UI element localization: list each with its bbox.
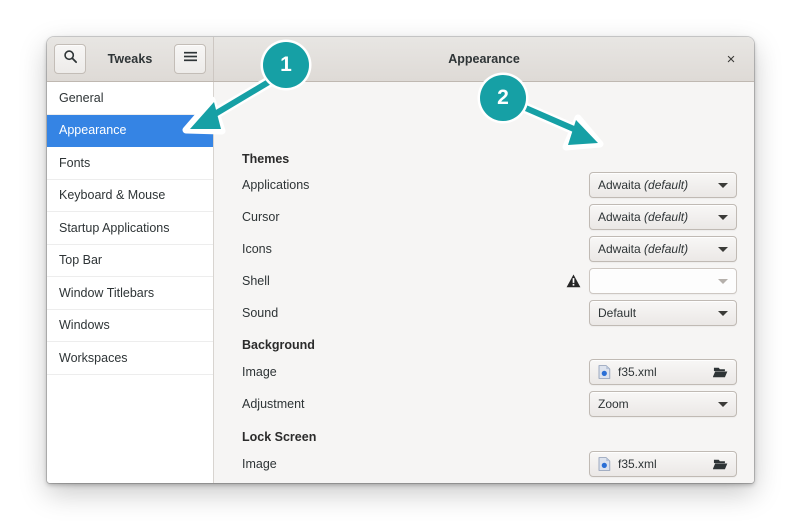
- sidebar-item-appearance[interactable]: Appearance: [47, 115, 213, 148]
- background-adjustment-dropdown[interactable]: Zoom: [589, 391, 737, 417]
- row-background-image: Image f35.xml: [242, 359, 737, 385]
- themes-heading: Themes: [242, 152, 289, 166]
- search-icon: [63, 49, 78, 69]
- sidebar: General Appearance Fonts Keyboard & Mous…: [47, 82, 214, 483]
- background-adjustment-value: Zoom: [598, 397, 712, 411]
- page-title: Appearance: [448, 52, 520, 66]
- applications-theme-dropdown[interactable]: Adwaita (default): [589, 172, 737, 198]
- sidebar-item-label: Top Bar: [59, 253, 102, 267]
- sidebar-item-startup-applications[interactable]: Startup Applications: [47, 212, 213, 245]
- row-label: Applications: [242, 178, 589, 192]
- hamburger-menu-icon: [183, 50, 198, 68]
- row-label: Image: [242, 457, 589, 471]
- icons-theme-dropdown[interactable]: Adwaita (default): [589, 236, 737, 262]
- cursor-theme-dropdown[interactable]: Adwaita (default): [589, 204, 737, 230]
- sidebar-item-fonts[interactable]: Fonts: [47, 147, 213, 180]
- sidebar-item-general[interactable]: General: [47, 82, 213, 115]
- warning-icon: [566, 274, 581, 288]
- background-image-file-button[interactable]: f35.xml: [589, 359, 737, 385]
- sidebar-item-label: Workspaces: [59, 351, 128, 365]
- sidebar-item-window-titlebars[interactable]: Window Titlebars: [47, 277, 213, 310]
- shell-theme-dropdown[interactable]: [589, 268, 737, 294]
- chevron-down-icon: [718, 247, 728, 252]
- sound-theme-dropdown[interactable]: Default: [589, 300, 737, 326]
- chevron-down-icon: [718, 279, 728, 284]
- row-lock-screen-image: Image f35.xml: [242, 451, 737, 477]
- sidebar-item-keyboard-mouse[interactable]: Keyboard & Mouse: [47, 180, 213, 213]
- row-label: Adjustment: [242, 397, 589, 411]
- close-button[interactable]: ×: [721, 49, 741, 69]
- background-heading: Background: [242, 338, 315, 352]
- folder-open-icon: [713, 457, 728, 471]
- sidebar-item-label: Fonts: [59, 156, 90, 170]
- lock-screen-image-file-button[interactable]: f35.xml: [589, 451, 737, 477]
- sound-theme-value: Default: [598, 306, 712, 320]
- sidebar-item-workspaces[interactable]: Workspaces: [47, 342, 213, 375]
- row-applications: Applications Adwaita (default): [242, 172, 737, 198]
- sidebar-item-label: Window Titlebars: [59, 286, 154, 300]
- row-label: Sound: [242, 306, 589, 320]
- sidebar-item-top-bar[interactable]: Top Bar: [47, 245, 213, 278]
- chevron-down-icon: [718, 402, 728, 407]
- header-bar-right: Appearance ×: [214, 37, 754, 81]
- cursor-theme-value: Adwaita (default): [598, 210, 712, 224]
- row-label: Icons: [242, 242, 589, 256]
- chevron-down-icon: [718, 215, 728, 220]
- row-background-adjustment: Adjustment Zoom: [242, 391, 737, 417]
- icons-theme-value: Adwaita (default): [598, 242, 712, 256]
- appearance-panel: Themes Applications Adwaita (default) Cu…: [214, 82, 754, 483]
- menu-button[interactable]: [174, 44, 206, 74]
- row-label: Image: [242, 365, 589, 379]
- sidebar-item-windows[interactable]: Windows: [47, 310, 213, 343]
- row-label: Cursor: [242, 210, 589, 224]
- chevron-down-icon: [718, 311, 728, 316]
- lock-screen-heading: Lock Screen: [242, 430, 316, 444]
- tweaks-window: Tweaks Appearance × General: [47, 37, 754, 483]
- file-icon: [598, 457, 611, 471]
- header-bar-left: Tweaks: [47, 37, 214, 81]
- window-body: General Appearance Fonts Keyboard & Mous…: [47, 82, 754, 483]
- sidebar-item-label: Keyboard & Mouse: [59, 188, 165, 202]
- lock-screen-image-value: f35.xml: [618, 457, 707, 471]
- file-icon: [598, 365, 611, 379]
- chevron-down-icon: [718, 183, 728, 188]
- applications-theme-value: Adwaita (default): [598, 178, 712, 192]
- row-sound: Sound Default: [242, 300, 737, 326]
- app-title: Tweaks: [108, 52, 153, 66]
- header-bar: Tweaks Appearance ×: [47, 37, 754, 82]
- row-label: Shell: [242, 274, 566, 288]
- row-cursor: Cursor Adwaita (default): [242, 204, 737, 230]
- search-button[interactable]: [54, 44, 86, 74]
- background-image-value: f35.xml: [618, 365, 707, 379]
- sidebar-item-label: Appearance: [59, 123, 126, 137]
- sidebar-item-label: Startup Applications: [59, 221, 170, 235]
- row-shell: Shell: [242, 268, 737, 294]
- sidebar-item-label: General: [59, 91, 103, 105]
- row-icons: Icons Adwaita (default): [242, 236, 737, 262]
- folder-open-icon: [713, 365, 728, 379]
- sidebar-item-label: Windows: [59, 318, 110, 332]
